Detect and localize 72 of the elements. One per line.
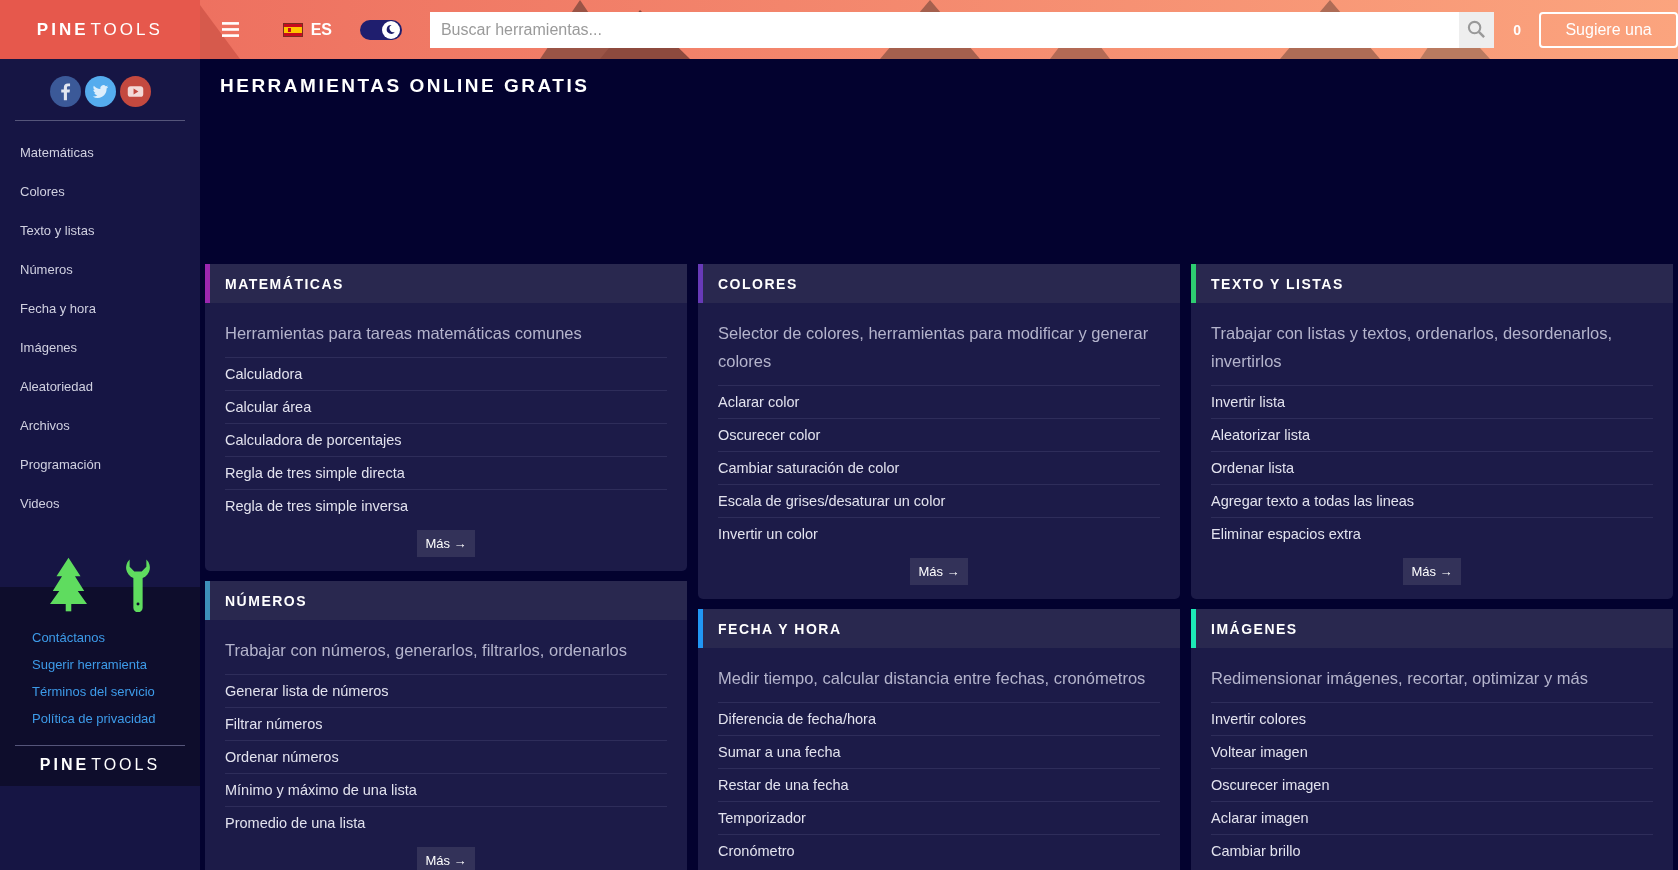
more-button[interactable]: Más → bbox=[910, 558, 968, 585]
logo[interactable]: PINE TOOLS bbox=[39, 746, 161, 786]
tool-link[interactable]: Oscurecer color bbox=[718, 419, 1160, 452]
card-description: Medir tiempo, calcular distancia entre fechas, cronómetros bbox=[718, 664, 1160, 703]
twitter-icon[interactable] bbox=[84, 76, 116, 107]
tool-link[interactable]: Cambiar brillo bbox=[1211, 835, 1653, 867]
tool-link[interactable]: Aclarar imagen bbox=[1211, 802, 1653, 835]
sidebar-item[interactable]: Videos bbox=[20, 484, 200, 523]
tool-link[interactable]: Aclarar color bbox=[718, 386, 1160, 419]
tool-link[interactable]: Invertir lista bbox=[1211, 386, 1653, 419]
tree-icon bbox=[49, 557, 87, 612]
more-button[interactable]: Más → bbox=[417, 847, 475, 870]
page-title: HERRAMIENTAS ONLINE GRATIS bbox=[219, 74, 591, 98]
tool-link[interactable]: Escala de grises/desaturar un color bbox=[718, 485, 1160, 518]
card-description: Redimensionar imágenes, recortar, optimizar y más bbox=[1211, 664, 1653, 703]
more-button[interactable]: Más → bbox=[417, 530, 475, 557]
tool-link[interactable]: Diferencia de fecha/hora bbox=[718, 703, 1160, 736]
tool-link[interactable]: Regla de tres simple inversa bbox=[225, 490, 667, 522]
tool-link[interactable]: Generar lista de números bbox=[225, 675, 667, 708]
flag-icon[interactable] bbox=[282, 22, 303, 37]
tool-link[interactable]: Mínimo y máximo de una lista bbox=[225, 774, 667, 807]
facebook-icon[interactable] bbox=[49, 76, 81, 107]
tool-link[interactable]: Oscurecer imagen bbox=[1211, 769, 1653, 802]
sidebar-item[interactable]: Programación bbox=[20, 445, 200, 484]
footer-link[interactable]: Sugerir herramienta bbox=[32, 651, 147, 678]
tool-link[interactable]: Filtrar números bbox=[225, 708, 667, 741]
card-header[interactable]: NÚMEROS bbox=[205, 581, 687, 620]
card-header[interactable]: FECHA Y HORA bbox=[698, 609, 1180, 648]
counter: 0 bbox=[1513, 21, 1522, 38]
footer-link[interactable]: Términos del servicio bbox=[32, 678, 155, 705]
card-header[interactable]: MATEMÁTICAS bbox=[205, 264, 687, 303]
tool-link[interactable]: Calculadora bbox=[225, 358, 667, 391]
tool-link[interactable]: Regla de tres simple directa bbox=[225, 457, 667, 490]
tool-link[interactable]: Agregar texto a todas las lineas bbox=[1211, 485, 1653, 518]
sidebar-item[interactable]: Imágenes bbox=[20, 328, 200, 367]
tool-link[interactable]: Ordenar lista bbox=[1211, 452, 1653, 485]
footer-link[interactable]: Política de privacidad bbox=[32, 705, 156, 732]
tool-link[interactable]: Cambiar saturación de color bbox=[718, 452, 1160, 485]
tool-link[interactable]: Eliminar espacios extra bbox=[1211, 518, 1653, 550]
tool-link[interactable]: Temporizador bbox=[718, 802, 1160, 835]
tool-link[interactable]: Promedio de una lista bbox=[225, 807, 667, 839]
tool-link[interactable]: Calcular área bbox=[225, 391, 667, 424]
sidebar-item[interactable]: Números bbox=[20, 250, 200, 289]
sidebar-item[interactable]: Aleatoriedad bbox=[20, 367, 200, 406]
card-header[interactable]: IMÁGENES bbox=[1191, 609, 1673, 648]
sidebar-item[interactable]: Matemáticas bbox=[20, 133, 200, 172]
card-description: Selector de colores, herramientas para modificar y generar colores bbox=[718, 319, 1160, 386]
card-description: Trabajar con listas y textos, ordenarlos, desordenarlos, invertirlos bbox=[1211, 319, 1653, 386]
sidebar-item[interactable]: Colores bbox=[20, 172, 200, 211]
tool-link[interactable]: Sumar a una fecha bbox=[718, 736, 1160, 769]
tool-link[interactable]: Aleatorizar lista bbox=[1211, 419, 1653, 452]
tool-link[interactable]: Cronómetro bbox=[718, 835, 1160, 867]
menu-icon[interactable] bbox=[221, 22, 239, 37]
tool-link[interactable]: Ordenar números bbox=[225, 741, 667, 774]
tool-link[interactable]: Calculadora de porcentajes bbox=[225, 424, 667, 457]
youtube-icon[interactable] bbox=[119, 76, 151, 107]
card-description: Trabajar con números, generarlos, filtrarlos, ordenarlos bbox=[225, 636, 667, 675]
footer-link[interactable]: Contáctanos bbox=[32, 624, 105, 651]
tool-link[interactable]: Voltear imagen bbox=[1211, 736, 1653, 769]
more-button[interactable]: Más → bbox=[1403, 558, 1461, 585]
search-field[interactable]: Buscar herramientas... bbox=[429, 11, 1460, 48]
tool-link[interactable]: Invertir colores bbox=[1211, 703, 1653, 736]
search-icon bbox=[1467, 20, 1487, 39]
sidebar-item[interactable]: Archivos bbox=[20, 406, 200, 445]
card-header[interactable]: COLORES bbox=[698, 264, 1180, 303]
card-header[interactable]: TEXTO Y LISTAS bbox=[1191, 264, 1673, 303]
sidebar-item[interactable]: Fecha y hora bbox=[20, 289, 200, 328]
moon-icon bbox=[385, 24, 397, 35]
card-description: Herramientas para tareas matemáticas comunes bbox=[225, 319, 667, 358]
tool-link[interactable]: Invertir un color bbox=[718, 518, 1160, 550]
sidebar-item[interactable]: Texto y listas bbox=[20, 211, 200, 250]
tool-link[interactable]: Restar de una fecha bbox=[718, 769, 1160, 802]
